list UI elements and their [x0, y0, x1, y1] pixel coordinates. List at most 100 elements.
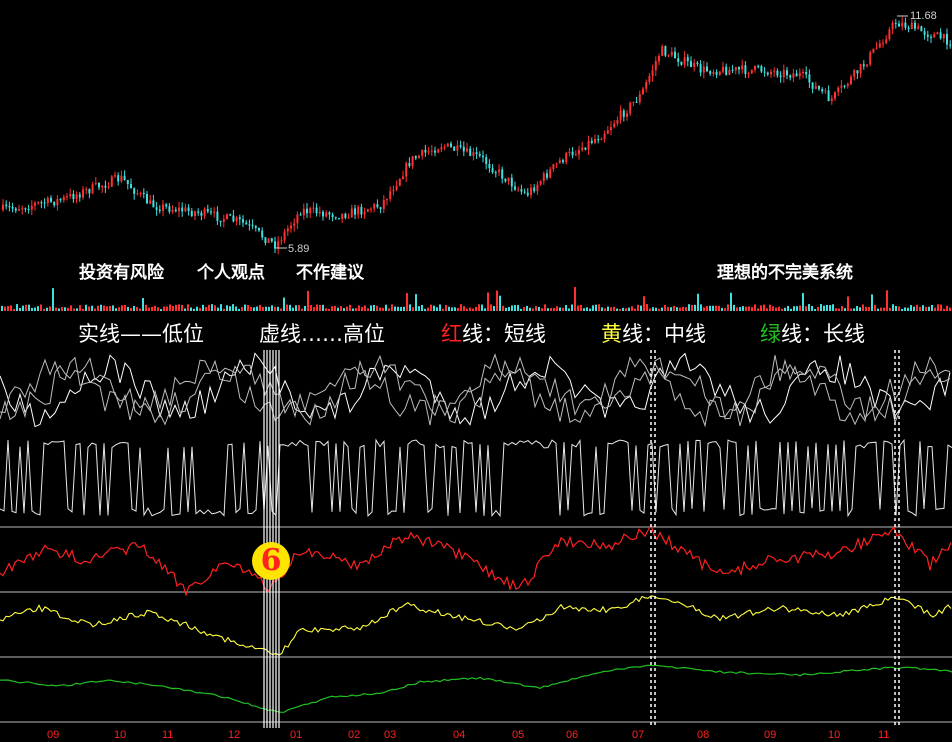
volume-bar	[883, 307, 885, 311]
volume-bar	[826, 304, 828, 311]
candle-body	[43, 202, 46, 204]
candle-body	[728, 69, 731, 75]
candle-body	[939, 32, 942, 39]
volume-bar	[193, 308, 195, 311]
candle-body	[120, 175, 123, 182]
volume-bar	[424, 308, 426, 311]
candle-body	[712, 71, 715, 74]
volume-bar	[250, 306, 252, 311]
volume-bar	[136, 306, 138, 311]
volume-bar	[508, 307, 510, 311]
candle-body	[818, 85, 820, 90]
volume-bar	[847, 296, 849, 311]
volume-bar	[172, 306, 174, 311]
volume-bar	[271, 305, 273, 311]
candle-body	[789, 75, 792, 78]
volume-bar	[421, 305, 423, 311]
volume-bar	[175, 304, 177, 311]
volume-bar	[646, 304, 648, 311]
candle-body	[690, 61, 692, 68]
candle-body	[894, 22, 897, 24]
candle-body	[155, 207, 158, 210]
volume-bar	[478, 304, 480, 311]
candle-body	[235, 217, 238, 222]
candle-body	[811, 82, 814, 89]
candle-body	[411, 156, 414, 167]
volume-bar	[919, 306, 921, 311]
candle-body	[405, 162, 408, 177]
candle-body	[510, 177, 513, 187]
candle-body	[898, 23, 900, 27]
volume-bar	[634, 308, 636, 311]
candle-body	[5, 204, 8, 207]
volume-bar	[595, 304, 597, 311]
candle-body	[360, 206, 363, 215]
candle-body	[862, 64, 865, 67]
candle-body	[126, 179, 129, 185]
volume-bar	[856, 305, 858, 311]
candle-body	[290, 225, 292, 229]
volume-bar	[127, 306, 129, 311]
volume-bar	[727, 304, 729, 311]
candle-body	[581, 147, 584, 150]
volume-bar	[256, 306, 258, 311]
volume-bar	[217, 307, 219, 311]
volume-bar	[862, 304, 864, 311]
volume-bar	[52, 288, 54, 311]
volume-bar	[295, 305, 297, 311]
candle-body	[46, 197, 49, 204]
volume-bar	[835, 308, 837, 311]
candle-body	[344, 213, 347, 218]
volume-bar	[214, 305, 216, 311]
candle-body	[194, 211, 196, 216]
volume-bar	[184, 308, 186, 311]
volume-bar	[145, 304, 147, 311]
volume-bar	[895, 305, 897, 311]
candle-body	[338, 218, 340, 220]
volume-bar	[244, 304, 246, 311]
volume-bar	[364, 305, 366, 311]
volume-bar	[505, 307, 507, 311]
candle-body	[859, 64, 862, 74]
candle-body	[226, 214, 228, 220]
volume-bar	[454, 307, 456, 311]
candle-body	[568, 151, 571, 153]
candle-body	[526, 192, 529, 196]
candle-body	[341, 213, 344, 219]
volume-bar	[148, 307, 150, 311]
candle-body	[197, 211, 200, 213]
volume-bar	[430, 304, 432, 311]
candle-body	[558, 160, 561, 164]
candle-body	[392, 190, 395, 192]
candle-body	[325, 212, 328, 217]
volume-bar	[19, 307, 21, 311]
candle-body	[920, 26, 923, 32]
volume-bar	[541, 308, 543, 311]
volume-bar	[355, 307, 357, 311]
volume-bar	[190, 307, 192, 311]
candle-body	[763, 71, 766, 73]
x-axis-month: 02	[348, 729, 361, 741]
volume-bar	[16, 304, 18, 311]
volume-bar	[556, 306, 558, 311]
volume-bar	[931, 304, 933, 311]
legend-red-char: 红	[441, 322, 462, 346]
candle-body	[795, 73, 798, 77]
candle-body	[699, 64, 702, 73]
volume-bar	[70, 305, 72, 311]
candle-body	[66, 196, 68, 198]
volume-bar	[484, 308, 486, 311]
volume-bar	[409, 304, 411, 311]
x-axis-month: 11	[162, 729, 174, 741]
candle-body	[571, 151, 574, 156]
candle-body	[613, 123, 616, 128]
candle-body	[635, 101, 638, 103]
volume-bar	[901, 308, 903, 311]
candle-body	[443, 146, 446, 148]
candle-body	[677, 58, 680, 62]
candle-body	[488, 164, 491, 169]
stock-chart-canvas[interactable]	[0, 0, 952, 742]
candle-body	[674, 51, 676, 59]
volume-bar	[598, 304, 600, 311]
candle-body	[293, 223, 296, 226]
